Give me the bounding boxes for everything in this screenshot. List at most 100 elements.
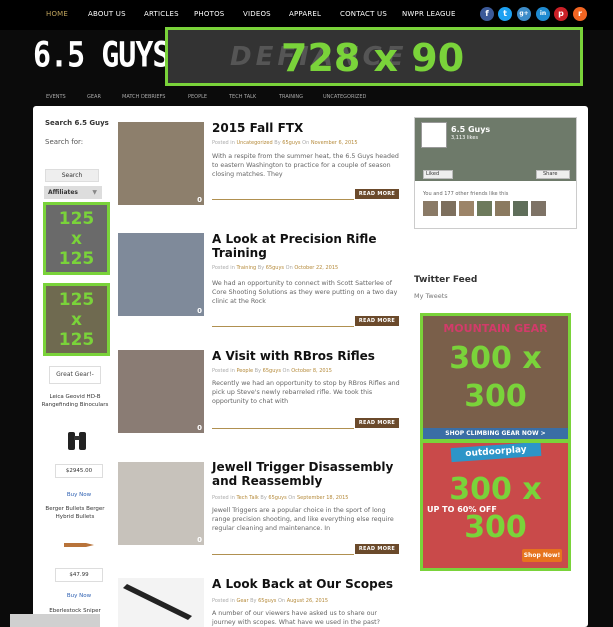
cat-people[interactable]: PEOPLE bbox=[188, 94, 207, 100]
google-plus-icon[interactable]: g+ bbox=[517, 7, 531, 21]
nav-videos[interactable]: VIDEOS bbox=[243, 10, 271, 18]
friend-avatar[interactable] bbox=[531, 201, 546, 216]
ad-shop-now-button[interactable]: Shop Now! bbox=[522, 549, 562, 562]
friend-avatar[interactable] bbox=[495, 201, 510, 216]
top-banner-ad[interactable]: DEFIANCE 728 x 90 bbox=[165, 27, 583, 86]
post-meta: Posted in Uncategorized By 65guys On Nov… bbox=[212, 140, 358, 146]
post-thumbnail[interactable]: 0 bbox=[118, 233, 204, 316]
facebook-widget[interactable]: 6.5 Guys 3,113 likes Liked Share You and… bbox=[414, 117, 577, 229]
post-thumbnail[interactable]: 0 bbox=[118, 350, 204, 433]
banner-size-label: 728 x 90 bbox=[281, 36, 465, 80]
friend-avatar[interactable] bbox=[513, 201, 528, 216]
divider bbox=[212, 554, 354, 555]
divider bbox=[212, 326, 354, 327]
product-2-price: $47.99 bbox=[55, 568, 103, 582]
post-title[interactable]: A Visit with RBros Rifles bbox=[212, 349, 407, 363]
nav-photos[interactable]: PHOTOS bbox=[194, 10, 224, 18]
status-bar bbox=[10, 614, 100, 627]
nav-nwpr-league[interactable]: NWPR LEAGUE bbox=[402, 10, 456, 18]
nav-articles[interactable]: ARTICLES bbox=[144, 10, 179, 18]
post-meta: Posted in People By 65guys On October 8,… bbox=[212, 368, 332, 374]
great-gear-button[interactable]: Great Gear!- bbox=[49, 366, 101, 384]
nav-about-us[interactable]: ABOUT US bbox=[88, 10, 126, 18]
ad-brand-text: MOUNTAIN GEAR bbox=[443, 322, 548, 335]
bullet-icon bbox=[64, 543, 94, 547]
ad-shop-button[interactable]: SHOP CLIMBING GEAR NOW > bbox=[423, 428, 568, 439]
post-meta: Posted in Tech Talk By 65guys On Septemb… bbox=[212, 495, 349, 501]
rifle-scope-icon bbox=[123, 584, 192, 620]
pinterest-icon[interactable]: p bbox=[554, 7, 568, 21]
ad-125-2[interactable]: 125 x 125 bbox=[43, 283, 110, 356]
read-more-button[interactable]: READ MORE bbox=[355, 418, 399, 428]
post-title[interactable]: A Look at Precision Rifle Training bbox=[212, 232, 407, 260]
product-1-price: $2945.00 bbox=[55, 464, 103, 478]
read-more-button[interactable]: READ MORE bbox=[355, 544, 399, 554]
product-1-name[interactable]: Leica Geovid HD-B Rangefinding Binocular… bbox=[40, 393, 110, 409]
read-more-button[interactable]: READ MORE bbox=[355, 189, 399, 199]
facebook-icon[interactable]: f bbox=[480, 7, 494, 21]
facebook-likes: 3,113 likes bbox=[451, 135, 479, 141]
nav-apparel[interactable]: APPAREL bbox=[289, 10, 321, 18]
post-meta: Posted in Training By 65guys On October … bbox=[212, 265, 339, 271]
facebook-avatar bbox=[421, 122, 447, 148]
comment-count: 0 bbox=[197, 536, 202, 544]
read-more-button[interactable]: READ MORE bbox=[355, 316, 399, 326]
binoculars-icon bbox=[68, 432, 86, 450]
ad-brand-logo: outdoorplay bbox=[450, 443, 542, 463]
friend-avatar[interactable] bbox=[477, 201, 492, 216]
comment-count: 0 bbox=[197, 307, 202, 315]
affiliates-label: Affiliates bbox=[48, 189, 79, 196]
ad-125-line2: x bbox=[71, 229, 82, 249]
nav-home[interactable]: HOME bbox=[46, 10, 68, 18]
linkedin-icon[interactable]: in bbox=[536, 7, 550, 21]
post-title[interactable]: 2015 Fall FTX bbox=[212, 121, 407, 135]
buy-now-link-1[interactable]: Buy Now bbox=[55, 492, 103, 498]
friend-avatar[interactable] bbox=[441, 201, 456, 216]
post-thumbnail[interactable]: 0 bbox=[118, 462, 204, 545]
post-excerpt: Jewell Triggers are a popular choice in … bbox=[212, 507, 394, 532]
facebook-page-name[interactable]: 6.5 Guys bbox=[451, 125, 490, 134]
cat-gear[interactable]: GEAR bbox=[87, 94, 101, 100]
ad-125-1[interactable]: 125 x 125 bbox=[43, 202, 110, 275]
cat-training[interactable]: TRAINING bbox=[279, 94, 303, 100]
cat-tech-talk[interactable]: TECH TALK bbox=[229, 94, 256, 100]
ad-125-line1: 125 bbox=[58, 209, 95, 229]
twitter-feed-title: Twitter Feed bbox=[414, 275, 478, 285]
post-excerpt: We had an opportunity to connect with Sc… bbox=[212, 280, 398, 305]
cat-uncategorized[interactable]: UNCATEGORIZED bbox=[323, 94, 366, 100]
search-button[interactable]: Search bbox=[45, 169, 99, 182]
post-thumbnail[interactable]: 0 bbox=[118, 122, 204, 205]
buy-now-link-2[interactable]: Buy Now bbox=[55, 593, 103, 599]
top-nav-bar: HOME ABOUT US ARTICLES PHOTOS VIDEOS APP… bbox=[0, 0, 613, 30]
comment-count: 0 bbox=[197, 424, 202, 432]
post-thumbnail[interactable] bbox=[118, 578, 204, 627]
chevron-down-icon: ▼ bbox=[92, 189, 97, 196]
nav-contact-us[interactable]: CONTACT US bbox=[340, 10, 387, 18]
product-2-name[interactable]: Berger Bullets Berger Hybrid Bullets bbox=[40, 505, 110, 521]
friend-avatar[interactable] bbox=[423, 201, 438, 216]
ad-125-line2: x bbox=[71, 310, 82, 330]
ad-125-line3: 125 bbox=[58, 330, 95, 350]
category-nav: EVENTS GEAR MATCH DEBRIEFS PEOPLE TECH T… bbox=[0, 92, 613, 106]
ad-300-size-line1: 300 x bbox=[449, 472, 542, 507]
post-title[interactable]: A Look Back at Our Scopes bbox=[212, 577, 407, 591]
cat-match-debriefs[interactable]: MATCH DEBRIEFS bbox=[122, 94, 165, 100]
ad-promo-text: UP TO 60% OFF bbox=[427, 505, 497, 514]
ad-300-outdoorplay[interactable]: outdoorplay 300 x 300 UP TO 60% OFF Shop… bbox=[420, 440, 571, 571]
cat-events[interactable]: EVENTS bbox=[46, 94, 66, 100]
post-title[interactable]: Jewell Trigger Disassembly and Reassembl… bbox=[212, 460, 407, 488]
twitter-icon[interactable]: t bbox=[498, 7, 512, 21]
post-meta: Posted in Gear By 65guys On August 26, 2… bbox=[212, 598, 329, 604]
affiliates-select[interactable]: Affiliates ▼ bbox=[44, 186, 102, 199]
ad-125-line1: 125 bbox=[58, 290, 95, 310]
facebook-liked-button[interactable]: Liked bbox=[423, 170, 453, 179]
ad-300-mountain-gear[interactable]: MOUNTAIN GEAR 300 x 300 SHOP CLIMBING GE… bbox=[420, 313, 571, 442]
facebook-friends-text: You and 177 other friends like this bbox=[423, 191, 509, 197]
facebook-share-button[interactable]: Share bbox=[536, 170, 570, 179]
rss-icon[interactable]: r bbox=[573, 7, 587, 21]
site-logo[interactable]: 6.5 GUYS bbox=[33, 35, 170, 75]
search-widget-title: Search 6.5 Guys bbox=[45, 119, 109, 127]
my-tweets-link[interactable]: My Tweets bbox=[414, 292, 448, 300]
post-excerpt: A number of our viewers have asked us to… bbox=[212, 610, 380, 626]
friend-avatar[interactable] bbox=[459, 201, 474, 216]
